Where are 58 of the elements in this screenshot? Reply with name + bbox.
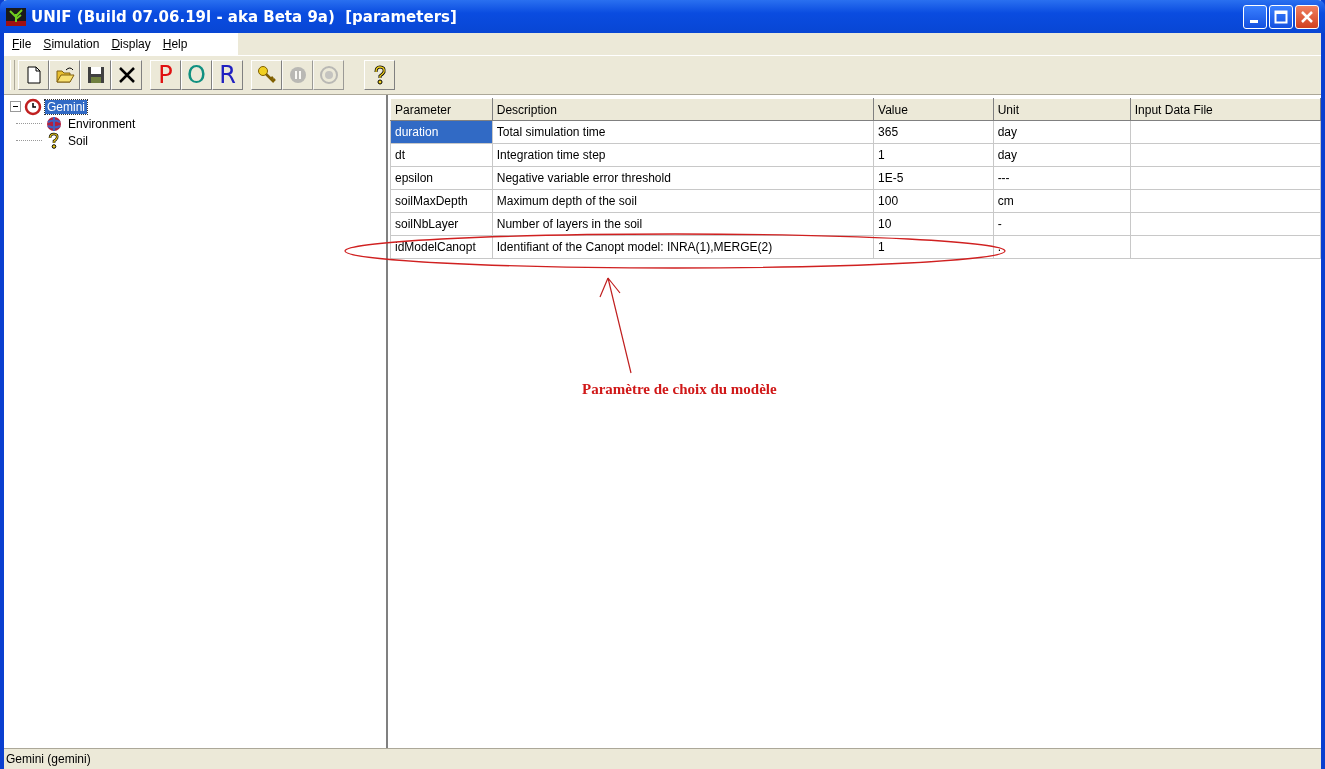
collapse-toggle[interactable] <box>10 101 21 112</box>
table-cell: epsilon <box>390 166 493 190</box>
table-cell: Negative variable error threshold <box>492 166 874 190</box>
minimize-icon <box>1249 20 1258 23</box>
close-icon <box>1300 9 1314 24</box>
column-header[interactable]: Input Data File <box>1130 98 1321 121</box>
table-cell: 1 <box>873 143 994 167</box>
table-cell: cm <box>993 189 1131 213</box>
toolbar-button[interactable]: R <box>212 60 243 90</box>
table-cell: 10 <box>873 212 994 236</box>
column-header[interactable]: Description <box>492 98 874 121</box>
stop-icon <box>317 64 340 86</box>
table-cell: Maximum depth of the soil <box>492 189 874 213</box>
table-cell: Identifiant of the Canopt model: INRA(1),MERGE(2) <box>492 235 874 259</box>
plant-icon <box>6 7 26 26</box>
minimize-button[interactable] <box>1243 4 1267 29</box>
table-cell: 100 <box>873 189 994 213</box>
annotation-text: Paramètre de choix du modèle <box>582 380 778 399</box>
maximize-icon <box>1274 9 1288 24</box>
status-text: Gemini (gemini) <box>6 752 91 766</box>
menu-item[interactable]: File <box>6 37 38 51</box>
table-cell: 1E-5 <box>873 166 994 190</box>
column-header[interactable]: Parameter <box>390 98 493 121</box>
table-cell: duration <box>390 120 493 144</box>
delete-button[interactable] <box>111 60 142 90</box>
table-cell: --- <box>993 166 1131 190</box>
table-cell: soilMaxDepth <box>390 189 493 213</box>
table-cell: dt <box>390 143 493 167</box>
toolbar-button[interactable]: P <box>150 60 181 90</box>
table-cell: Number of layers in the soil <box>492 212 874 236</box>
window-title: UNIF (Build 07.06.19l - aka Beta 9a) [parameters] <box>31 7 457 26</box>
column-header[interactable]: Value <box>873 98 994 121</box>
table-cell: soilNbLayer <box>390 212 493 236</box>
help-button[interactable] <box>364 60 395 90</box>
table-cell: . <box>993 235 1131 259</box>
tree-item[interactable]: Soil <box>66 133 90 148</box>
menu-item[interactable]: Help <box>156 37 194 51</box>
menu-item[interactable]: Simulation <box>37 37 106 51</box>
key-button[interactable] <box>251 60 282 90</box>
table-cell: day <box>993 120 1131 144</box>
tree-item[interactable]: Gemini <box>45 99 87 114</box>
table-cell: 1 <box>873 235 994 259</box>
close-button[interactable] <box>1295 4 1319 29</box>
table-cell: - <box>993 212 1131 236</box>
table-cell: Integration time step <box>492 143 874 167</box>
maximize-button[interactable] <box>1269 4 1293 29</box>
table-cell: Total simulation time <box>492 120 874 144</box>
new-file-button[interactable] <box>18 60 49 90</box>
table-cell: idModelCanopt <box>390 235 493 259</box>
folder-icon <box>53 64 76 86</box>
table-cell: 365 <box>873 120 994 144</box>
menu-item[interactable]: Display <box>105 37 157 51</box>
column-header[interactable]: Unit <box>993 98 1131 121</box>
tree-item[interactable]: Environment <box>66 116 138 131</box>
save-button[interactable] <box>80 60 111 90</box>
globe-icon <box>45 114 63 133</box>
open-folder-button[interactable] <box>49 60 80 90</box>
table-cell: day <box>993 143 1131 167</box>
